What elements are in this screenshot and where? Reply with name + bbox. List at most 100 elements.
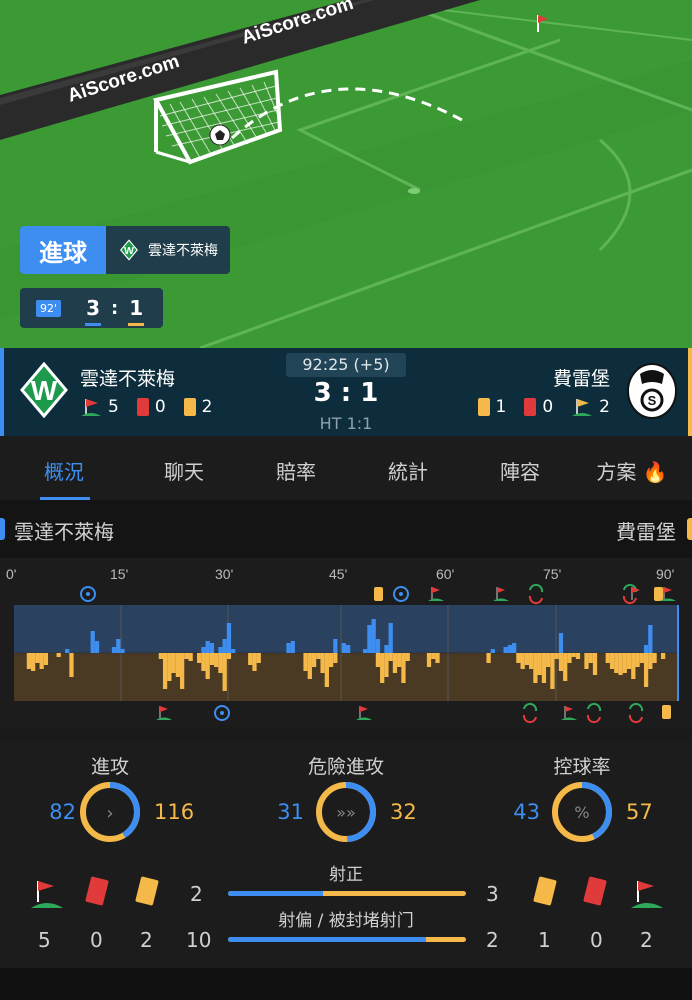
dangerous-away: 32 (390, 800, 417, 824)
home-momentum-bar (290, 641, 295, 653)
away-momentum-bar (537, 653, 542, 675)
goal-icon (393, 586, 409, 602)
away-momentum-bar (39, 653, 44, 669)
attack-home: 82 (49, 800, 76, 824)
corner-flag-icon (493, 587, 509, 601)
away-momentum-bar (546, 653, 551, 667)
away-momentum-bar (328, 653, 334, 667)
mini-minute: 92' (36, 299, 62, 317)
corner-flag-icon (81, 399, 101, 416)
corner-flag-icon (561, 706, 577, 720)
attack-away: 116 (154, 800, 195, 824)
percent-icon: % (574, 803, 589, 822)
home-team-name[interactable]: 雲達不萊梅 (80, 364, 175, 391)
teams-row: 雲達不萊梅 費雷堡 (0, 500, 692, 558)
home-team-logo-icon[interactable]: W (20, 362, 68, 418)
away-momentum-bar (222, 653, 227, 691)
goal-icon (214, 705, 230, 721)
away-momentum-bar (197, 653, 202, 663)
away-momentum-bar (43, 653, 49, 665)
home-marker (0, 518, 5, 540)
dangerous-ring: »» (316, 782, 376, 842)
yellow-card-icon (374, 587, 383, 601)
home-red: 0 (154, 397, 166, 417)
away-momentum-bar (184, 653, 189, 659)
home-momentum-bar (116, 639, 121, 653)
possession-ring: % (552, 782, 612, 842)
home-momentum-bar (286, 643, 291, 653)
corner-flag-icon (572, 399, 593, 416)
event-label: 進球 (20, 226, 106, 274)
tab-stats[interactable]: 統計 (352, 436, 464, 500)
home-team-label: 雲達不萊梅 (14, 520, 114, 544)
home-momentum-bar (388, 623, 393, 653)
away-team-logo-icon[interactable]: S (626, 362, 678, 420)
on-target-away: 3 (486, 882, 499, 906)
away-momentum-bar (618, 653, 623, 675)
corner-flag-icon (156, 706, 172, 720)
away-momentum-bar (218, 653, 223, 673)
away-momentum-bar (256, 653, 261, 663)
attack-gauge: 進攻 82 › 116 (10, 742, 210, 852)
away-momentum-bar (209, 653, 215, 665)
away-team-name[interactable]: 費雷堡 (553, 364, 610, 391)
home-momentum-bar (384, 645, 389, 653)
away-momentum-bar (252, 653, 257, 671)
yellow-card-icon (477, 398, 490, 416)
tab-bar: 概況 聊天 賠率 統計 陣容 方案 🔥 (0, 436, 692, 500)
away-momentum-bar (660, 653, 666, 659)
away-momentum-bar (550, 653, 555, 689)
tab-lineup[interactable]: 陣容 (464, 436, 576, 500)
yellow-card-icon (654, 587, 663, 601)
away-corners-count: 2 (640, 928, 653, 952)
away-momentum-bar (554, 653, 559, 659)
yellow-card-icon (533, 876, 557, 906)
home-momentum-bar (218, 647, 223, 653)
tab-odds[interactable]: 賠率 (240, 436, 352, 500)
away-momentum-bar (26, 653, 32, 669)
away-momentum-bar (605, 653, 610, 663)
away-momentum-bar (533, 653, 538, 683)
home-yellow-count: 2 (140, 928, 153, 952)
dangerous-gauge: 危險進攻 31 »» 32 (246, 742, 446, 852)
pitch-animation: AiScore.com AiScore.com 進球 W 雲達不萊梅 92' 3 (0, 0, 692, 348)
away-momentum-bar (303, 653, 308, 671)
away-momentum-bar (520, 653, 525, 669)
corner-flag-icon (631, 881, 663, 908)
away-momentum-bar (35, 653, 40, 663)
home-corners: 5 (108, 397, 119, 417)
event-team-name: 雲達不萊梅 (148, 243, 218, 259)
svg-text:W: W (31, 375, 58, 406)
substitution-icon (622, 583, 638, 605)
on-target-home: 2 (190, 882, 203, 906)
away-momentum-bar (392, 653, 398, 673)
tab-overview[interactable]: 概況 (0, 436, 128, 500)
footer-strip (0, 968, 692, 1000)
away-momentum-bar (652, 653, 657, 663)
home-momentum-bar (558, 633, 564, 653)
werder-logo-icon: W (120, 239, 138, 261)
away-corners: 2 (599, 397, 610, 417)
home-yellow: 2 (201, 397, 213, 417)
away-momentum-bar (567, 653, 572, 663)
home-momentum-bar (643, 645, 649, 653)
away-momentum-bar (316, 653, 321, 659)
tab-tips[interactable]: 方案 🔥 (576, 436, 688, 500)
away-momentum-bar (571, 653, 576, 657)
away-momentum-bar (639, 653, 644, 663)
away-momentum-bar (311, 653, 317, 667)
away-momentum-bar (226, 653, 232, 659)
home-momentum-bar (111, 647, 117, 653)
home-momentum-bar (226, 623, 232, 653)
away-momentum-bar (529, 653, 534, 669)
away-momentum-bar (188, 653, 193, 661)
corner-flag-icon (356, 706, 372, 720)
away-momentum-bar (609, 653, 615, 669)
possession-gauge: 控球率 43 % 57 (482, 742, 682, 852)
away-momentum-bar (69, 653, 74, 677)
away-momentum-bar (592, 653, 598, 675)
tab-chat[interactable]: 聊天 (128, 436, 240, 500)
red-card-icon (583, 876, 607, 906)
home-momentum-bar (94, 641, 100, 653)
away-momentum-bar (158, 653, 163, 659)
